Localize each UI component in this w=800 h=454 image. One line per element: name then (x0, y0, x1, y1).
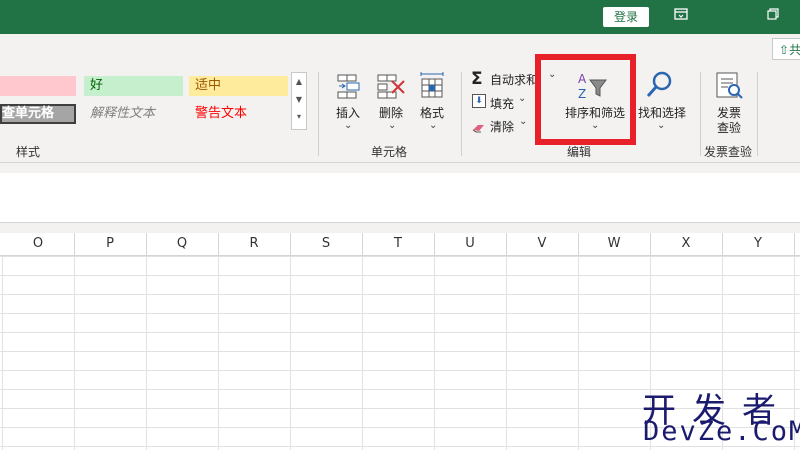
column-header-o[interactable]: O (2, 233, 74, 255)
invoice-group-label: 发票查验 (704, 145, 753, 159)
delete-button[interactable]: 删除 (373, 104, 409, 121)
gallery-down-icon[interactable]: ▼ (292, 91, 306, 109)
column-headers: OPQRSTUVWXY (0, 233, 800, 256)
style-good[interactable]: 好 (84, 76, 183, 96)
invoice-check-icon[interactable] (714, 70, 744, 100)
chevron-down-icon[interactable]: ⌄ (519, 116, 527, 127)
gallery-up-icon[interactable]: ▲ (292, 73, 306, 91)
sheet-gap (0, 222, 800, 233)
share-icon: ⇧ (779, 43, 790, 57)
sigma-icon: Σ (471, 69, 483, 89)
autosum-button[interactable]: 自动求和 (490, 71, 538, 88)
invoice-check-label-2[interactable]: 查验 (709, 119, 749, 136)
column-header-u[interactable]: U (434, 233, 506, 255)
eraser-icon (472, 118, 486, 133)
insert-cells-icon[interactable] (335, 72, 363, 100)
column-header-t[interactable]: T (362, 233, 434, 255)
format-button[interactable]: 格式 (414, 104, 450, 121)
search-icon[interactable] (645, 70, 673, 100)
editing-group-label: 编辑 (567, 145, 592, 159)
separator (318, 72, 319, 156)
share-button[interactable]: ⇧共 (772, 38, 800, 60)
style-bad[interactable] (0, 76, 76, 96)
highlight-box (535, 54, 636, 145)
login-button[interactable]: 登录 (603, 7, 649, 27)
chevron-down-icon[interactable]: ⌄ (388, 120, 396, 131)
column-header-s[interactable]: S (290, 233, 362, 255)
restore-window-icon[interactable] (763, 7, 783, 27)
column-divider[interactable] (794, 233, 795, 255)
column-header-y[interactable]: Y (722, 233, 794, 255)
clear-button[interactable]: 清除 (490, 118, 514, 135)
chevron-down-icon[interactable]: ⌄ (657, 120, 665, 131)
insert-button[interactable]: 插入 (330, 104, 366, 121)
column-header-w[interactable]: W (578, 233, 650, 255)
watermark-english: DevZe.CoM (643, 416, 800, 447)
cells-group-label: 单元格 (371, 145, 408, 159)
style-neutral[interactable]: 适中 (189, 76, 288, 96)
fill-down-icon: ⬇ (472, 94, 486, 108)
column-header-q[interactable]: Q (146, 233, 218, 255)
chevron-down-icon[interactable]: ⌄ (429, 120, 437, 131)
gallery-scroll: ▲ ▼ ▾ (291, 72, 307, 130)
style-check-cell[interactable]: 查单元格 (0, 104, 76, 124)
column-header-r[interactable]: R (218, 233, 290, 255)
find-select-button[interactable]: 找和选择 (638, 104, 690, 121)
delete-cells-icon[interactable] (376, 72, 406, 100)
column-header-v[interactable]: V (506, 233, 578, 255)
style-explanatory[interactable]: 解释性文本 (84, 104, 183, 124)
fill-button[interactable]: 填充 (490, 95, 514, 112)
chevron-down-icon[interactable]: ⌄ (344, 120, 352, 131)
styles-group-label: 样式 (16, 145, 41, 159)
separator (700, 72, 701, 156)
title-bar: 登录 (0, 0, 800, 34)
chevron-down-icon[interactable]: ⌄ (518, 93, 526, 104)
ribbon-display-icon[interactable] (671, 7, 691, 27)
separator (461, 72, 462, 156)
style-warning[interactable]: 警告文本 (189, 104, 288, 124)
format-cells-icon[interactable] (418, 70, 446, 100)
formula-bar-gap (0, 163, 800, 173)
column-header-p[interactable]: P (74, 233, 146, 255)
gallery-more-icon[interactable]: ▾ (292, 109, 306, 125)
separator (757, 72, 758, 156)
column-header-x[interactable]: X (650, 233, 722, 255)
share-label: 共 (789, 43, 800, 57)
formula-bar[interactable] (0, 173, 800, 223)
